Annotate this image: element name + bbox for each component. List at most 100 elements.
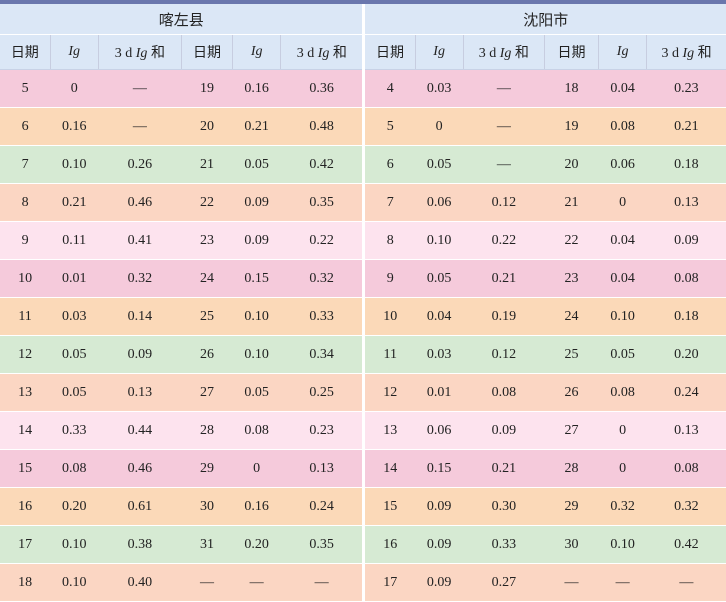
cell-3d-ig-sum: 0.19 (463, 297, 545, 336)
cell-ig: 0.20 (232, 525, 281, 564)
cell-3d-ig-sum: 0.42 (646, 525, 726, 564)
cell-date: 26 (544, 373, 599, 412)
cell-date: 21 (181, 145, 233, 184)
cell-date: — (544, 563, 599, 602)
cell-ig: 0.04 (598, 69, 647, 108)
cell-ig: 0.06 (415, 183, 464, 222)
cell-date: 29 (181, 449, 233, 488)
header-date: 日期 (544, 34, 600, 70)
header-3d-ig-sum: 3 d Ig 和 (280, 34, 366, 70)
header-ig: Ig (50, 34, 99, 70)
cell-date: 9 (0, 221, 51, 260)
table-row: 5 0—19 0.16 0.36 4 0.03—18 0.04 0.23 (0, 69, 726, 108)
cell-ig: 0 (598, 183, 647, 222)
cell-date: 28 (544, 449, 599, 488)
cell-ig: 0 (598, 411, 647, 450)
header-3d-ig-sum: 3 d Ig 和 (463, 34, 545, 70)
ig-data-table-frame: 喀左县 沈阳市 日期 Ig 3 d Ig 和日期 Ig 3 d Ig 和日期 Ig 3 d … (0, 0, 726, 602)
header-date: 日期 (363, 34, 416, 70)
cell-3d-ig-sum: 0.21 (463, 259, 545, 298)
cell-3d-ig-sum: 0.13 (98, 373, 182, 412)
cell-3d-ig-sum: 0.38 (98, 525, 182, 564)
cell-3d-ig-sum: 0.35 (280, 525, 366, 564)
cell-ig: 0.03 (415, 69, 464, 108)
cell-ig: 0.08 (598, 373, 647, 412)
cell-3d-ig-sum: 0.40 (98, 563, 182, 602)
cell-3d-ig-sum: 0.09 (463, 411, 545, 450)
cell-date: 31 (181, 525, 233, 564)
cell-3d-ig-sum: 0.26 (98, 145, 182, 184)
cell-3d-ig-sum: 0.32 (280, 259, 366, 298)
cell-ig: 0.05 (415, 259, 464, 298)
cell-date: 24 (181, 259, 233, 298)
cell-date: 10 (363, 297, 416, 336)
cell-ig: 0 (50, 69, 99, 108)
header-3d-ig-sum: 3 d Ig 和 (98, 34, 182, 70)
cell-date: 6 (0, 107, 51, 146)
cell-ig: 0.16 (232, 487, 281, 526)
cell-ig: 0.09 (232, 183, 281, 222)
cell-ig: 0.04 (598, 221, 647, 260)
cell-ig: 0.01 (50, 259, 99, 298)
cell-date: 15 (363, 487, 416, 526)
table-row: 13 0.05 0.13 27 0.05 0.25 12 0.01 0.08 26 0.08 0.24 (0, 373, 726, 412)
cell-ig: — (598, 563, 647, 602)
cell-ig: 0.05 (232, 373, 281, 412)
cell-3d-ig-sum: 0.22 (463, 221, 545, 260)
cell-date: 7 (363, 183, 416, 222)
table-body: 5 0—19 0.16 0.36 4 0.03—18 0.04 0.23 6 0.16—20 0.2… (0, 69, 726, 602)
cell-3d-ig-sum: 0.12 (463, 335, 545, 374)
cell-date: 4 (363, 69, 416, 108)
cell-ig: 0.06 (415, 411, 464, 450)
cell-ig: 0.09 (415, 525, 464, 564)
cell-ig: 0.09 (232, 221, 281, 260)
cell-date: 11 (0, 297, 51, 336)
cell-date: 23 (181, 221, 233, 260)
cell-ig: 0 (232, 449, 281, 488)
cell-3d-ig-sum: 0.21 (463, 449, 545, 488)
cell-date: 10 (0, 259, 51, 298)
cell-ig: 0 (415, 107, 464, 146)
cell-3d-ig-sum: 0.23 (646, 69, 726, 108)
cell-ig: 0.21 (50, 183, 99, 222)
cell-3d-ig-sum: 0.36 (280, 69, 366, 108)
cell-3d-ig-sum: 0.20 (646, 335, 726, 374)
table-row: 7 0.10 0.26 21 0.05 0.42 6 0.05—20 0.06 0.18 (0, 145, 726, 184)
cell-3d-ig-sum: 0.08 (463, 373, 545, 412)
cell-date: 8 (363, 221, 416, 260)
cell-date: 30 (544, 525, 599, 564)
cell-ig: 0.10 (415, 221, 464, 260)
cell-ig: 0.10 (598, 297, 647, 336)
cell-3d-ig-sum: 0.32 (646, 487, 726, 526)
cell-3d-ig-sum: 0.41 (98, 221, 182, 260)
cell-ig: 0.06 (598, 145, 647, 184)
cell-date: 20 (181, 107, 233, 146)
cell-ig: — (232, 563, 281, 602)
cell-date: 12 (0, 335, 51, 374)
cell-date: 7 (0, 145, 51, 184)
cell-ig: 0.08 (598, 107, 647, 146)
cell-3d-ig-sum: 0.33 (280, 297, 366, 336)
cell-3d-ig-sum: 0.24 (646, 373, 726, 412)
column-header-row: 日期 Ig 3 d Ig 和日期 Ig 3 d Ig 和日期 Ig 3 d Ig 和日期 Ig… (0, 34, 726, 70)
cell-ig: 0.11 (50, 221, 99, 260)
cell-ig: 0.10 (232, 335, 281, 374)
cell-date: 5 (363, 107, 416, 146)
cell-ig: 0.10 (50, 145, 99, 184)
cell-3d-ig-sum: 0.08 (646, 449, 726, 488)
cell-date: 17 (363, 563, 416, 602)
cell-3d-ig-sum: 0.18 (646, 297, 726, 336)
cell-ig: 0.15 (232, 259, 281, 298)
region-header-kazuo: 喀左县 (0, 4, 366, 35)
cell-3d-ig-sum: 0.42 (280, 145, 366, 184)
cell-ig: 0.05 (415, 145, 464, 184)
cell-ig: 0.09 (415, 563, 464, 602)
cell-ig: 0.32 (598, 487, 647, 526)
cell-ig: 0.04 (598, 259, 647, 298)
cell-ig: 0.03 (50, 297, 99, 336)
cell-date: 13 (0, 373, 51, 412)
cell-date: 9 (363, 259, 416, 298)
cell-3d-ig-sum: 0.46 (98, 183, 182, 222)
cell-3d-ig-sum: 0.32 (98, 259, 182, 298)
cell-date: 20 (544, 145, 599, 184)
